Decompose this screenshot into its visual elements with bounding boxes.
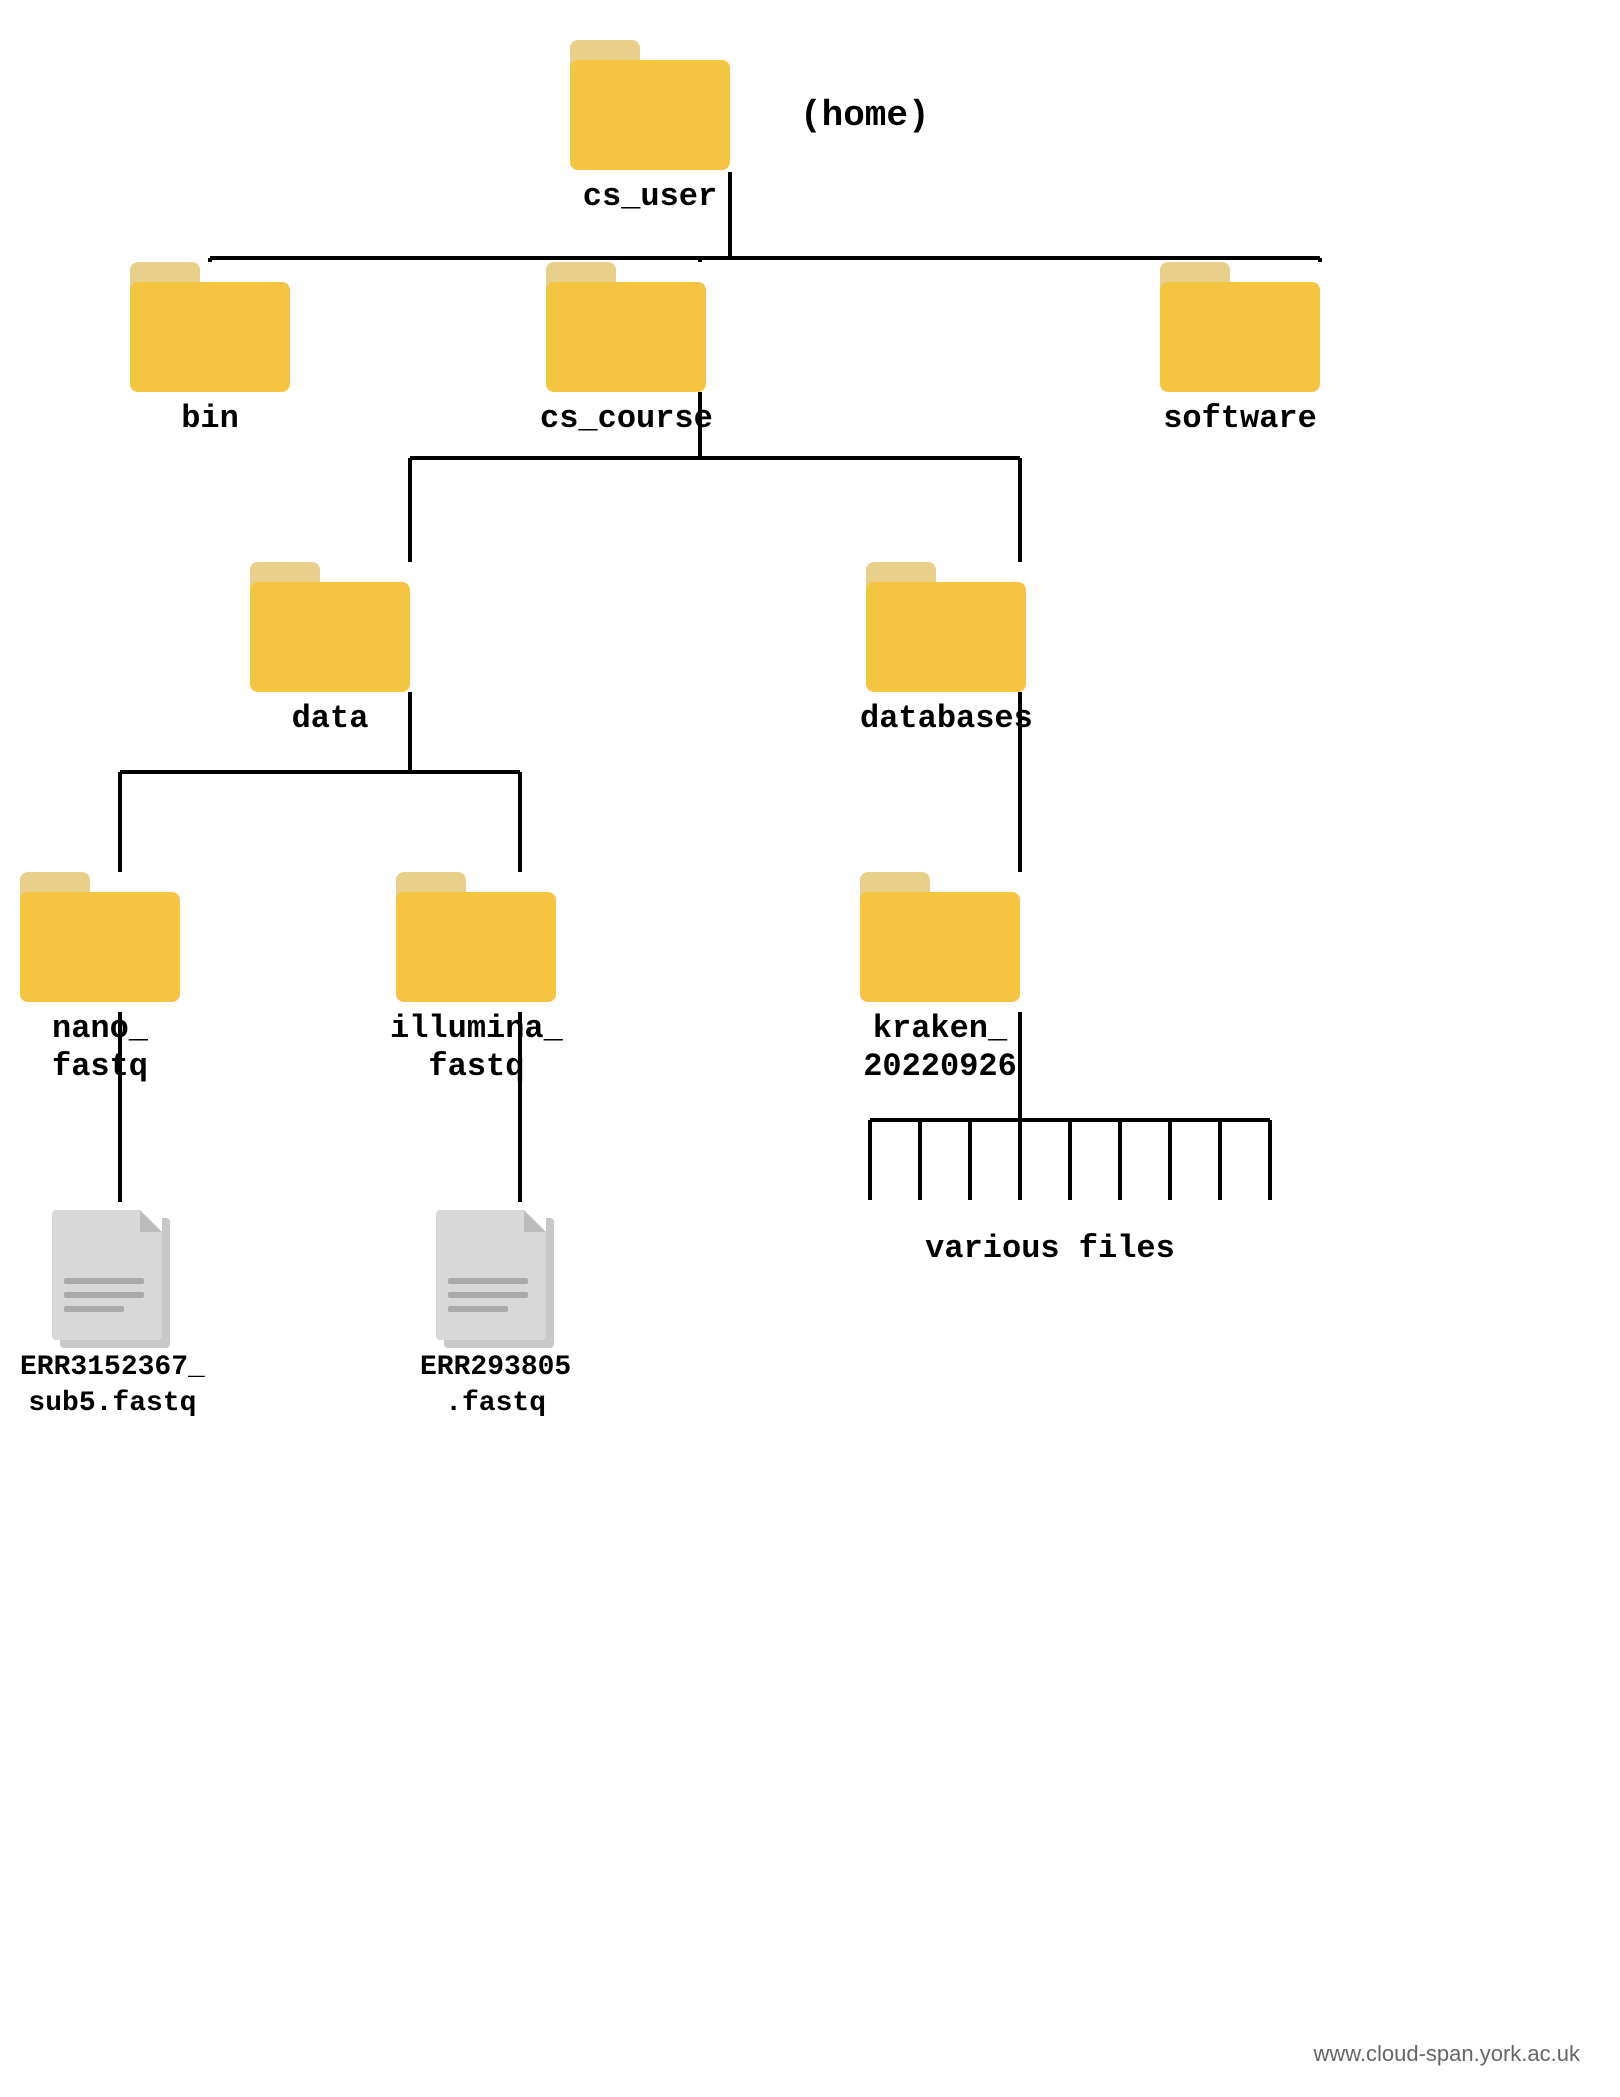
folder-icon-cs-course [546,262,706,392]
file-err3152367: ERR3152367_sub5.fastq [20,1200,205,1423]
file-label-err293805: ERR293805.fastq [420,1350,571,1423]
folder-label-nano-fastq: nano_fastq [52,1010,148,1087]
folder-nano-fastq: nano_fastq [20,872,180,1087]
file-icon-err3152367 [52,1200,172,1340]
folder-label-cs-course: cs_course [540,400,713,438]
folder-icon-software [1160,262,1320,392]
diagram-container: cs_user (home) bin cs_course software da… [0,0,1620,2097]
folder-icon-data [250,562,410,692]
folder-label-bin: bin [181,400,239,438]
folder-icon-databases [866,562,1026,692]
folder-label-databases: databases [860,700,1033,738]
folder-kraken: kraken_20220926 [860,872,1020,1087]
folder-label-kraken: kraken_20220926 [863,1010,1017,1087]
home-label: (home) [800,95,930,136]
folder-databases: databases [860,562,1033,738]
folder-software: software [1160,262,1320,438]
folder-illumina-fastq: illumina_fastq [390,872,563,1087]
folder-label-cs-user: cs_user [583,178,717,216]
folder-label-illumina-fastq: illumina_fastq [390,1010,563,1087]
folder-cs-user: cs_user [570,40,730,216]
folder-icon-kraken [860,872,1020,1002]
various-files-label: various files [830,1230,1270,1267]
folder-icon-illumina-fastq [396,872,556,1002]
folder-icon-cs-user [570,40,730,170]
folder-cs-course: cs_course [540,262,713,438]
folder-bin: bin [130,262,290,438]
folder-label-data: data [292,700,369,738]
folder-data: data [250,562,410,738]
file-err293805: ERR293805.fastq [420,1200,571,1423]
folder-icon-nano-fastq [20,872,180,1002]
folder-icon-bin [130,262,290,392]
file-icon-err293805 [436,1200,556,1340]
file-label-err3152367: ERR3152367_sub5.fastq [20,1350,205,1423]
footer-url: www.cloud-span.york.ac.uk [1313,2041,1580,2067]
folder-label-software: software [1163,400,1317,438]
